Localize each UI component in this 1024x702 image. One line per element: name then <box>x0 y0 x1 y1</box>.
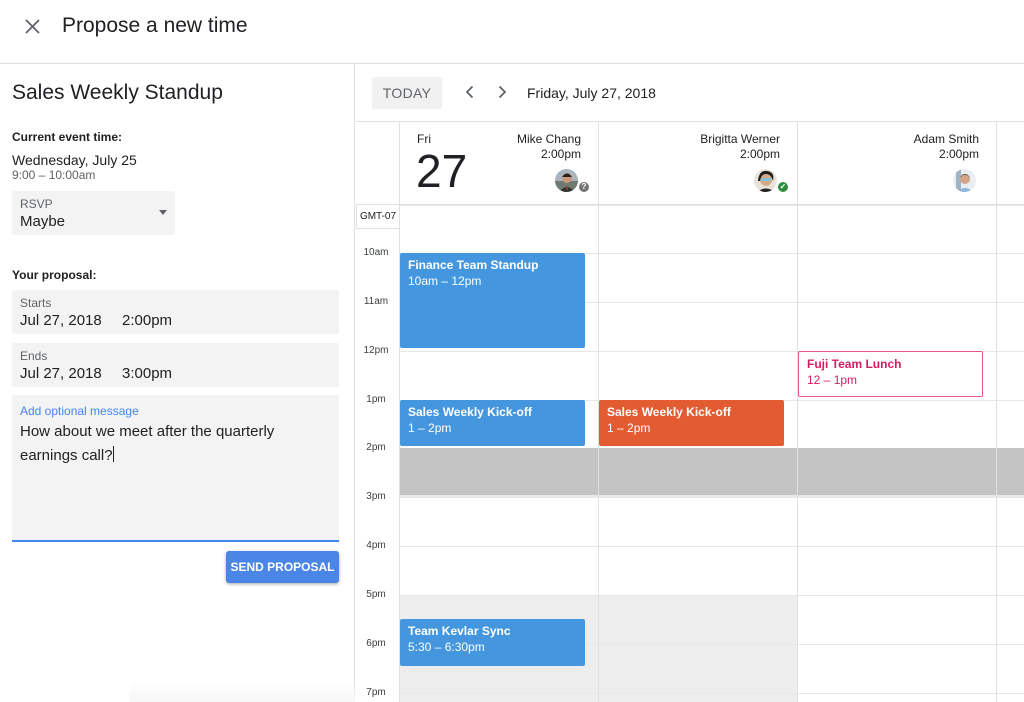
panel-shadow <box>130 680 355 702</box>
next-day-button[interactable] <box>491 81 513 103</box>
start-time[interactable]: 2:00pm <box>122 312 172 329</box>
hour-label: 10am <box>363 247 389 258</box>
event-time: 10am – 12pm <box>408 274 482 288</box>
ends-label: Ends <box>20 349 48 363</box>
calendar-event[interactable]: Fuji Team Lunch 12 – 1pm <box>798 351 983 397</box>
starts-label: Starts <box>20 296 52 310</box>
current-event-time-label: Current event time: <box>12 130 123 144</box>
end-time[interactable]: 3:00pm <box>122 365 172 382</box>
end-date[interactable]: Jul 27, 2018 <box>20 365 102 382</box>
day-grid: GMT-07 10am 11am 12pm 1pm 2pm 3pm 4pm 5p… <box>356 205 1024 702</box>
hour-label: 1pm <box>366 394 386 405</box>
today-button[interactable]: TODAY <box>372 77 442 109</box>
event-title: Finance Team Standup <box>408 258 539 272</box>
calendar-event[interactable]: Team Kevlar Sync 5:30 – 6:30pm <box>400 619 585 666</box>
dialog-title: Propose a new time <box>62 14 248 37</box>
send-proposal-button[interactable]: SEND PROPOSAL <box>226 551 339 583</box>
chevron-left-icon <box>465 85 474 99</box>
end-time-field[interactable]: Ends Jul 27, 2018 3:00pm <box>12 343 339 387</box>
event-title: Sales Weekly Standup <box>12 81 223 104</box>
avatar-photo-icon <box>953 169 976 192</box>
column-divider <box>797 205 798 702</box>
attendee-column-header <box>996 122 1024 205</box>
hour-line <box>400 205 1024 206</box>
close-button[interactable] <box>20 14 46 40</box>
attendee-column-header: Brigitta Werner 2:00pm ✓ <box>598 122 797 205</box>
hour-line <box>400 693 1024 694</box>
event-time: 12 – 1pm <box>807 373 858 387</box>
event-title: Sales Weekly Kick-off <box>607 405 731 419</box>
column-divider <box>996 205 997 702</box>
hour-line <box>400 595 1024 596</box>
text-cursor <box>112 446 114 462</box>
calendar-view: TODAY Friday, July 27, 2018 Fri 27 Mike … <box>356 64 1024 702</box>
avatar[interactable] <box>555 169 578 192</box>
current-event-time: 9:00 – 10:00am <box>12 168 96 182</box>
proposed-time-slot[interactable] <box>400 448 1024 497</box>
calendar-event[interactable]: Sales Weekly Kick-off 1 – 2pm <box>400 400 585 446</box>
dialog-header: Propose a new time <box>0 0 1024 64</box>
message-text[interactable]: How about we meet after the quarterly ea… <box>20 420 332 468</box>
column-divider <box>598 205 599 702</box>
calendar-toolbar: TODAY Friday, July 27, 2018 <box>356 64 1024 122</box>
message-textarea[interactable]: Add optional message How about we meet a… <box>12 395 339 542</box>
calendar-event[interactable]: Sales Weekly Kick-off 1 – 2pm <box>599 400 784 446</box>
rsvp-dropdown[interactable]: RSVP Maybe <box>12 191 175 235</box>
event-time: 1 – 2pm <box>607 421 651 435</box>
hour-label: 11am <box>363 296 389 307</box>
attendee-local-time: 2:00pm <box>739 147 780 161</box>
hour-label: 2pm <box>366 442 386 453</box>
avatar-photo-icon <box>555 169 578 192</box>
avatar-photo-icon <box>754 169 777 192</box>
your-proposal-label: Your proposal: <box>12 268 97 282</box>
event-time: 5:30 – 6:30pm <box>408 640 485 654</box>
start-date[interactable]: Jul 27, 2018 <box>20 312 102 329</box>
event-title: Team Kevlar Sync <box>408 624 511 638</box>
current-event-date: Wednesday, July 25 <box>12 152 137 168</box>
avatar[interactable] <box>754 169 777 192</box>
message-value: How about we meet after the quarterly ea… <box>20 423 275 464</box>
day-number[interactable]: 27 <box>416 144 467 198</box>
rsvp-value: Maybe <box>20 213 66 230</box>
proposal-panel: Sales Weekly Standup Current event time:… <box>0 64 355 702</box>
attendee-column-header: Fri 27 Mike Chang 2:00pm ? <box>399 122 598 205</box>
avatar[interactable] <box>953 169 976 192</box>
check-icon: ✓ <box>777 181 789 193</box>
message-label: Add optional message <box>20 404 139 418</box>
attendee-local-time: 2:00pm <box>540 147 581 161</box>
attendee-local-time: 2:00pm <box>938 147 979 161</box>
hour-label: 7pm <box>366 687 386 698</box>
attendee-column-header: Adam Smith 2:00pm <box>797 122 996 205</box>
hour-label: 6pm <box>366 638 386 649</box>
hour-label: 12pm <box>363 345 389 356</box>
chevron-right-icon <box>498 85 507 99</box>
hour-line <box>400 497 1024 498</box>
hour-line <box>400 546 1024 547</box>
question-icon: ? <box>578 181 590 193</box>
start-time-field[interactable]: Starts Jul 27, 2018 2:00pm <box>12 290 339 334</box>
timezone-label: GMT-07 <box>356 205 400 229</box>
calendar-event[interactable]: Finance Team Standup 10am – 12pm <box>400 253 585 348</box>
event-title: Sales Weekly Kick-off <box>408 405 532 419</box>
previous-day-button[interactable] <box>459 81 481 103</box>
dropdown-arrow-icon <box>159 210 167 215</box>
event-time: 1 – 2pm <box>408 421 452 435</box>
event-title: Fuji Team Lunch <box>807 357 902 371</box>
hour-label: 4pm <box>366 540 386 551</box>
attendee-name: Mike Chang <box>516 132 581 146</box>
attendee-name: Brigitta Werner <box>700 132 780 146</box>
current-date-label: Friday, July 27, 2018 <box>527 85 656 101</box>
rsvp-label: RSVP <box>20 197 53 211</box>
close-icon <box>25 19 40 34</box>
time-gutter-header <box>356 122 399 205</box>
hour-label: 5pm <box>366 589 386 600</box>
hour-label: 3pm <box>366 491 386 502</box>
attendee-name: Adam Smith <box>913 132 979 146</box>
